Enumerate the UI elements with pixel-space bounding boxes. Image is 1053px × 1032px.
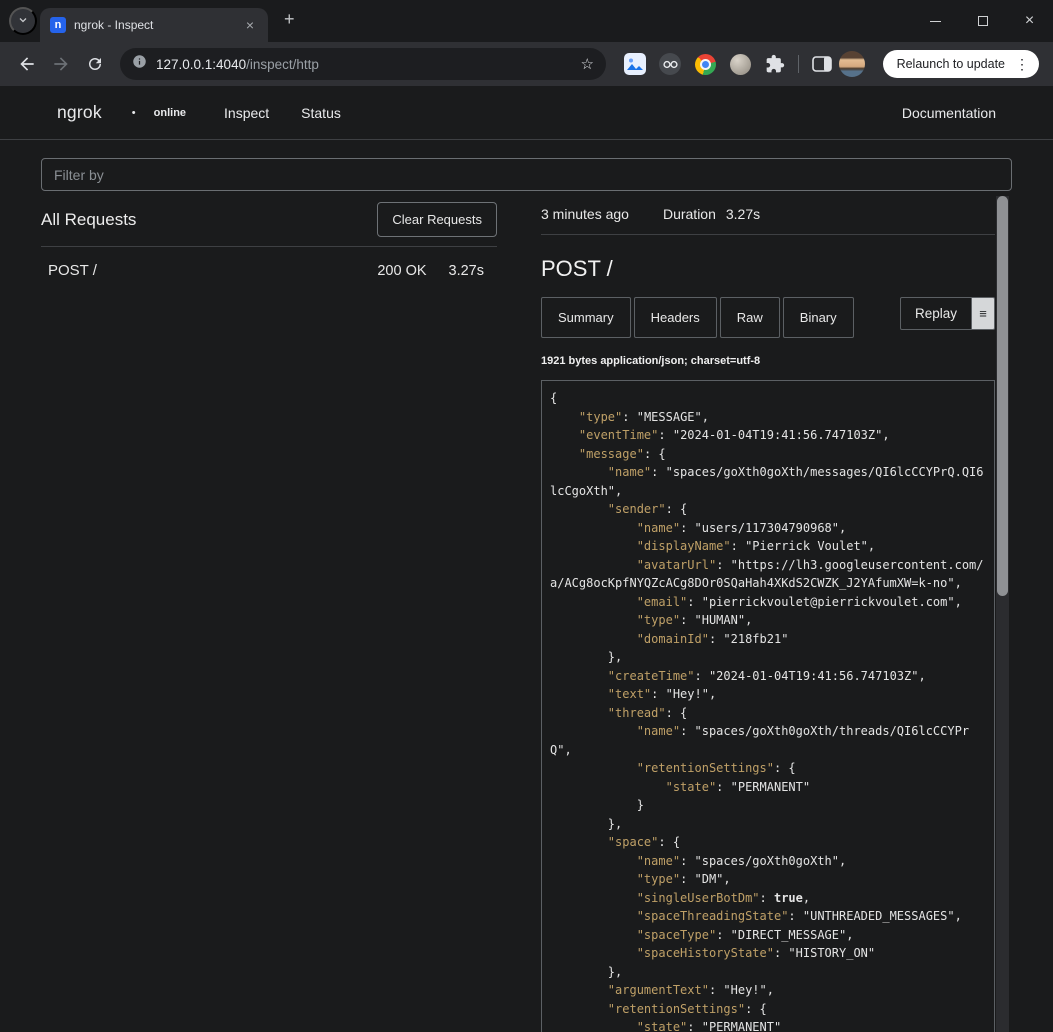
filter-input[interactable] — [41, 158, 1012, 191]
tab-raw[interactable]: Raw — [720, 297, 780, 338]
profile-avatar[interactable] — [839, 51, 865, 77]
detail-time-ago: 3 minutes ago — [541, 206, 629, 222]
forward-button[interactable] — [44, 47, 78, 81]
browser-toolbar: 127.0.0.1:4040/inspect/http ☆ Relaunch t… — [0, 42, 1053, 86]
inspect-page: All Requests Clear Requests POST / 200 O… — [0, 140, 1053, 1032]
reload-icon — [86, 55, 104, 73]
request-row[interactable]: POST / 200 OK 3.27s — [41, 247, 497, 294]
request-duration: 3.27s — [449, 263, 484, 279]
duration-value: 3.27s — [726, 206, 760, 222]
ngrok-header: ngrok • online Inspect Status Documentat… — [0, 86, 1053, 140]
scrollbar-thumb[interactable] — [997, 196, 1008, 596]
back-button[interactable] — [10, 47, 44, 81]
clear-requests-button[interactable]: Clear Requests — [377, 202, 497, 237]
replay-button[interactable]: Replay — [900, 297, 972, 330]
new-tab-button[interactable]: + — [284, 9, 295, 30]
arrow-left-icon — [17, 54, 37, 74]
sphere-extension-icon[interactable] — [729, 53, 751, 75]
request-title: POST / — [541, 256, 995, 282]
extensions-puzzle-icon[interactable] — [764, 53, 786, 75]
requests-title: All Requests — [41, 210, 136, 230]
nav-documentation[interactable]: Documentation — [902, 105, 996, 121]
response-json: { "type": "MESSAGE", "eventTime": "2024-… — [550, 389, 986, 1032]
relaunch-label: Relaunch to update — [897, 57, 1005, 71]
tab-strip: n ngrok - Inspect × + × — [0, 0, 1053, 42]
side-panel-icon[interactable] — [811, 53, 833, 75]
response-meta: 1921 bytes application/json; charset=utf… — [541, 355, 995, 367]
maximize-icon — [978, 16, 988, 26]
image-extension-icon[interactable] — [624, 53, 646, 75]
site-info-icon[interactable] — [132, 54, 147, 74]
tab-summary[interactable]: Summary — [541, 297, 631, 338]
request-status: 200 OK — [377, 263, 426, 279]
chrome-logo-icon[interactable] — [694, 53, 716, 75]
ngrok-favicon-icon: n — [50, 17, 66, 33]
status-online: online — [154, 107, 186, 119]
detail-tabs: Summary Headers Raw Binary Replay ≡ — [541, 297, 995, 338]
minimize-icon — [930, 21, 941, 22]
requests-panel: All Requests Clear Requests POST / 200 O… — [41, 202, 497, 294]
tab-headers[interactable]: Headers — [634, 297, 717, 338]
nav-inspect[interactable]: Inspect — [224, 105, 269, 121]
extensions-row — [624, 53, 786, 75]
duration-label: Duration — [663, 206, 716, 222]
maximize-button[interactable] — [959, 0, 1006, 42]
menu-dots-icon[interactable]: ⋮ — [1015, 56, 1029, 73]
glasses-extension-icon[interactable] — [659, 53, 681, 75]
glasses-icon — [659, 53, 681, 75]
replay-menu-button[interactable]: ≡ — [972, 297, 995, 330]
ngrok-logo[interactable]: ngrok — [57, 102, 102, 123]
status-bullet: • — [132, 107, 136, 119]
tab-title: ngrok - Inspect — [74, 18, 234, 32]
request-method-path: POST / — [48, 262, 97, 279]
tab-close-button[interactable]: × — [242, 16, 258, 34]
detail-scrollbar[interactable] — [996, 196, 1009, 1032]
request-detail-panel: 3 minutes ago Duration 3.27s POST / Summ… — [541, 202, 995, 1032]
toolbar-separator — [798, 55, 799, 73]
browser-tab[interactable]: n ngrok - Inspect × — [40, 8, 268, 42]
tab-search-button[interactable] — [9, 7, 37, 35]
sphere-icon — [730, 54, 751, 75]
response-body-box: { "type": "MESSAGE", "eventTime": "2024-… — [541, 380, 995, 1032]
window-controls: × — [912, 0, 1053, 42]
minimize-button[interactable] — [912, 0, 959, 42]
relaunch-button[interactable]: Relaunch to update ⋮ — [883, 50, 1039, 78]
close-button[interactable]: × — [1006, 0, 1053, 42]
reload-button[interactable] — [78, 47, 112, 81]
arrow-right-icon — [51, 54, 71, 74]
nav-status[interactable]: Status — [301, 105, 341, 121]
chevron-down-icon — [17, 14, 29, 29]
url-text: 127.0.0.1:4040/inspect/http — [156, 57, 319, 72]
main-nav: Inspect Status — [224, 105, 341, 121]
address-bar[interactable]: 127.0.0.1:4040/inspect/http ☆ — [120, 48, 606, 80]
bookmark-star-icon[interactable]: ☆ — [581, 55, 594, 73]
close-icon: × — [1025, 13, 1034, 29]
tab-binary[interactable]: Binary — [783, 297, 854, 338]
chrome-circle-icon — [695, 54, 716, 75]
